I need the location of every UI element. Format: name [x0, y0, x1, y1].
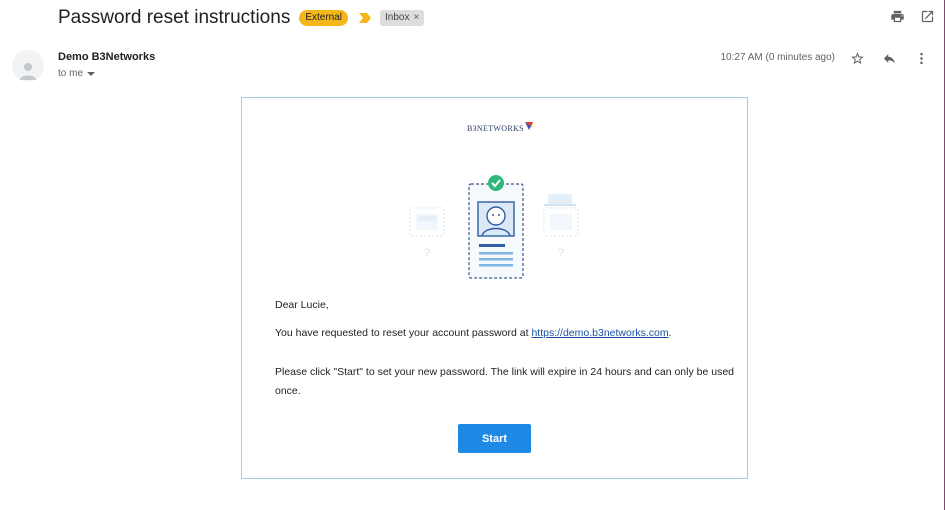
email-timestamp: 10:27 AM (0 minutes ago)	[720, 52, 835, 63]
star-icon[interactable]	[849, 50, 865, 66]
open-in-new-window-icon[interactable]	[919, 8, 935, 24]
account-link[interactable]: https://demo.b3networks.com	[531, 327, 668, 339]
check-mark-icon	[488, 175, 504, 191]
email-body-card: B3NETWORKS ? ? Dear Lucie, You have requ…	[241, 97, 748, 479]
svg-text:?: ?	[424, 247, 430, 259]
print-icon[interactable]	[889, 8, 905, 24]
recipient-line[interactable]: to me	[58, 68, 96, 79]
company-logo-text: B3NETWORKS	[467, 124, 524, 133]
sender-name[interactable]: Demo B3Networks	[58, 51, 155, 63]
message-actions	[849, 50, 929, 66]
company-logo: B3NETWORKS	[467, 122, 533, 133]
verified-identity-card-icon	[468, 183, 524, 279]
recipient-text: to me	[58, 68, 84, 79]
person-icon	[20, 63, 36, 80]
greeting: Dear Lucie,	[275, 299, 329, 311]
inbox-label: Inbox ×	[380, 10, 425, 26]
request-paragraph: You have requested to reset your account…	[275, 327, 672, 339]
password-reset-illustration: ? ?	[409, 175, 579, 279]
external-label: External	[299, 10, 349, 26]
email-subject: Password reset instructions	[58, 7, 291, 28]
inbox-label-text: Inbox	[385, 12, 410, 23]
sender-avatar[interactable]	[12, 50, 44, 82]
faded-identity-right-icon: ?	[543, 194, 579, 259]
subject-row: Password reset instructions External Inb…	[58, 4, 425, 32]
faded-identity-left-icon: ?	[409, 207, 445, 259]
remove-label-icon[interactable]: ×	[413, 12, 419, 24]
svg-text:?: ?	[558, 247, 564, 259]
logo-mark-icon	[524, 122, 533, 130]
instructions-paragraph: Please click "Start" to set your new pas…	[275, 366, 734, 397]
request-end: .	[668, 327, 672, 339]
more-vertical-icon[interactable]	[913, 50, 929, 66]
request-text: You have requested to reset your account…	[275, 327, 532, 339]
reply-icon[interactable]	[881, 50, 897, 66]
importance-marker-icon[interactable]	[358, 11, 372, 25]
top-actions	[889, 8, 935, 24]
caret-down-icon[interactable]	[87, 71, 96, 77]
start-button[interactable]: Start	[458, 424, 531, 453]
